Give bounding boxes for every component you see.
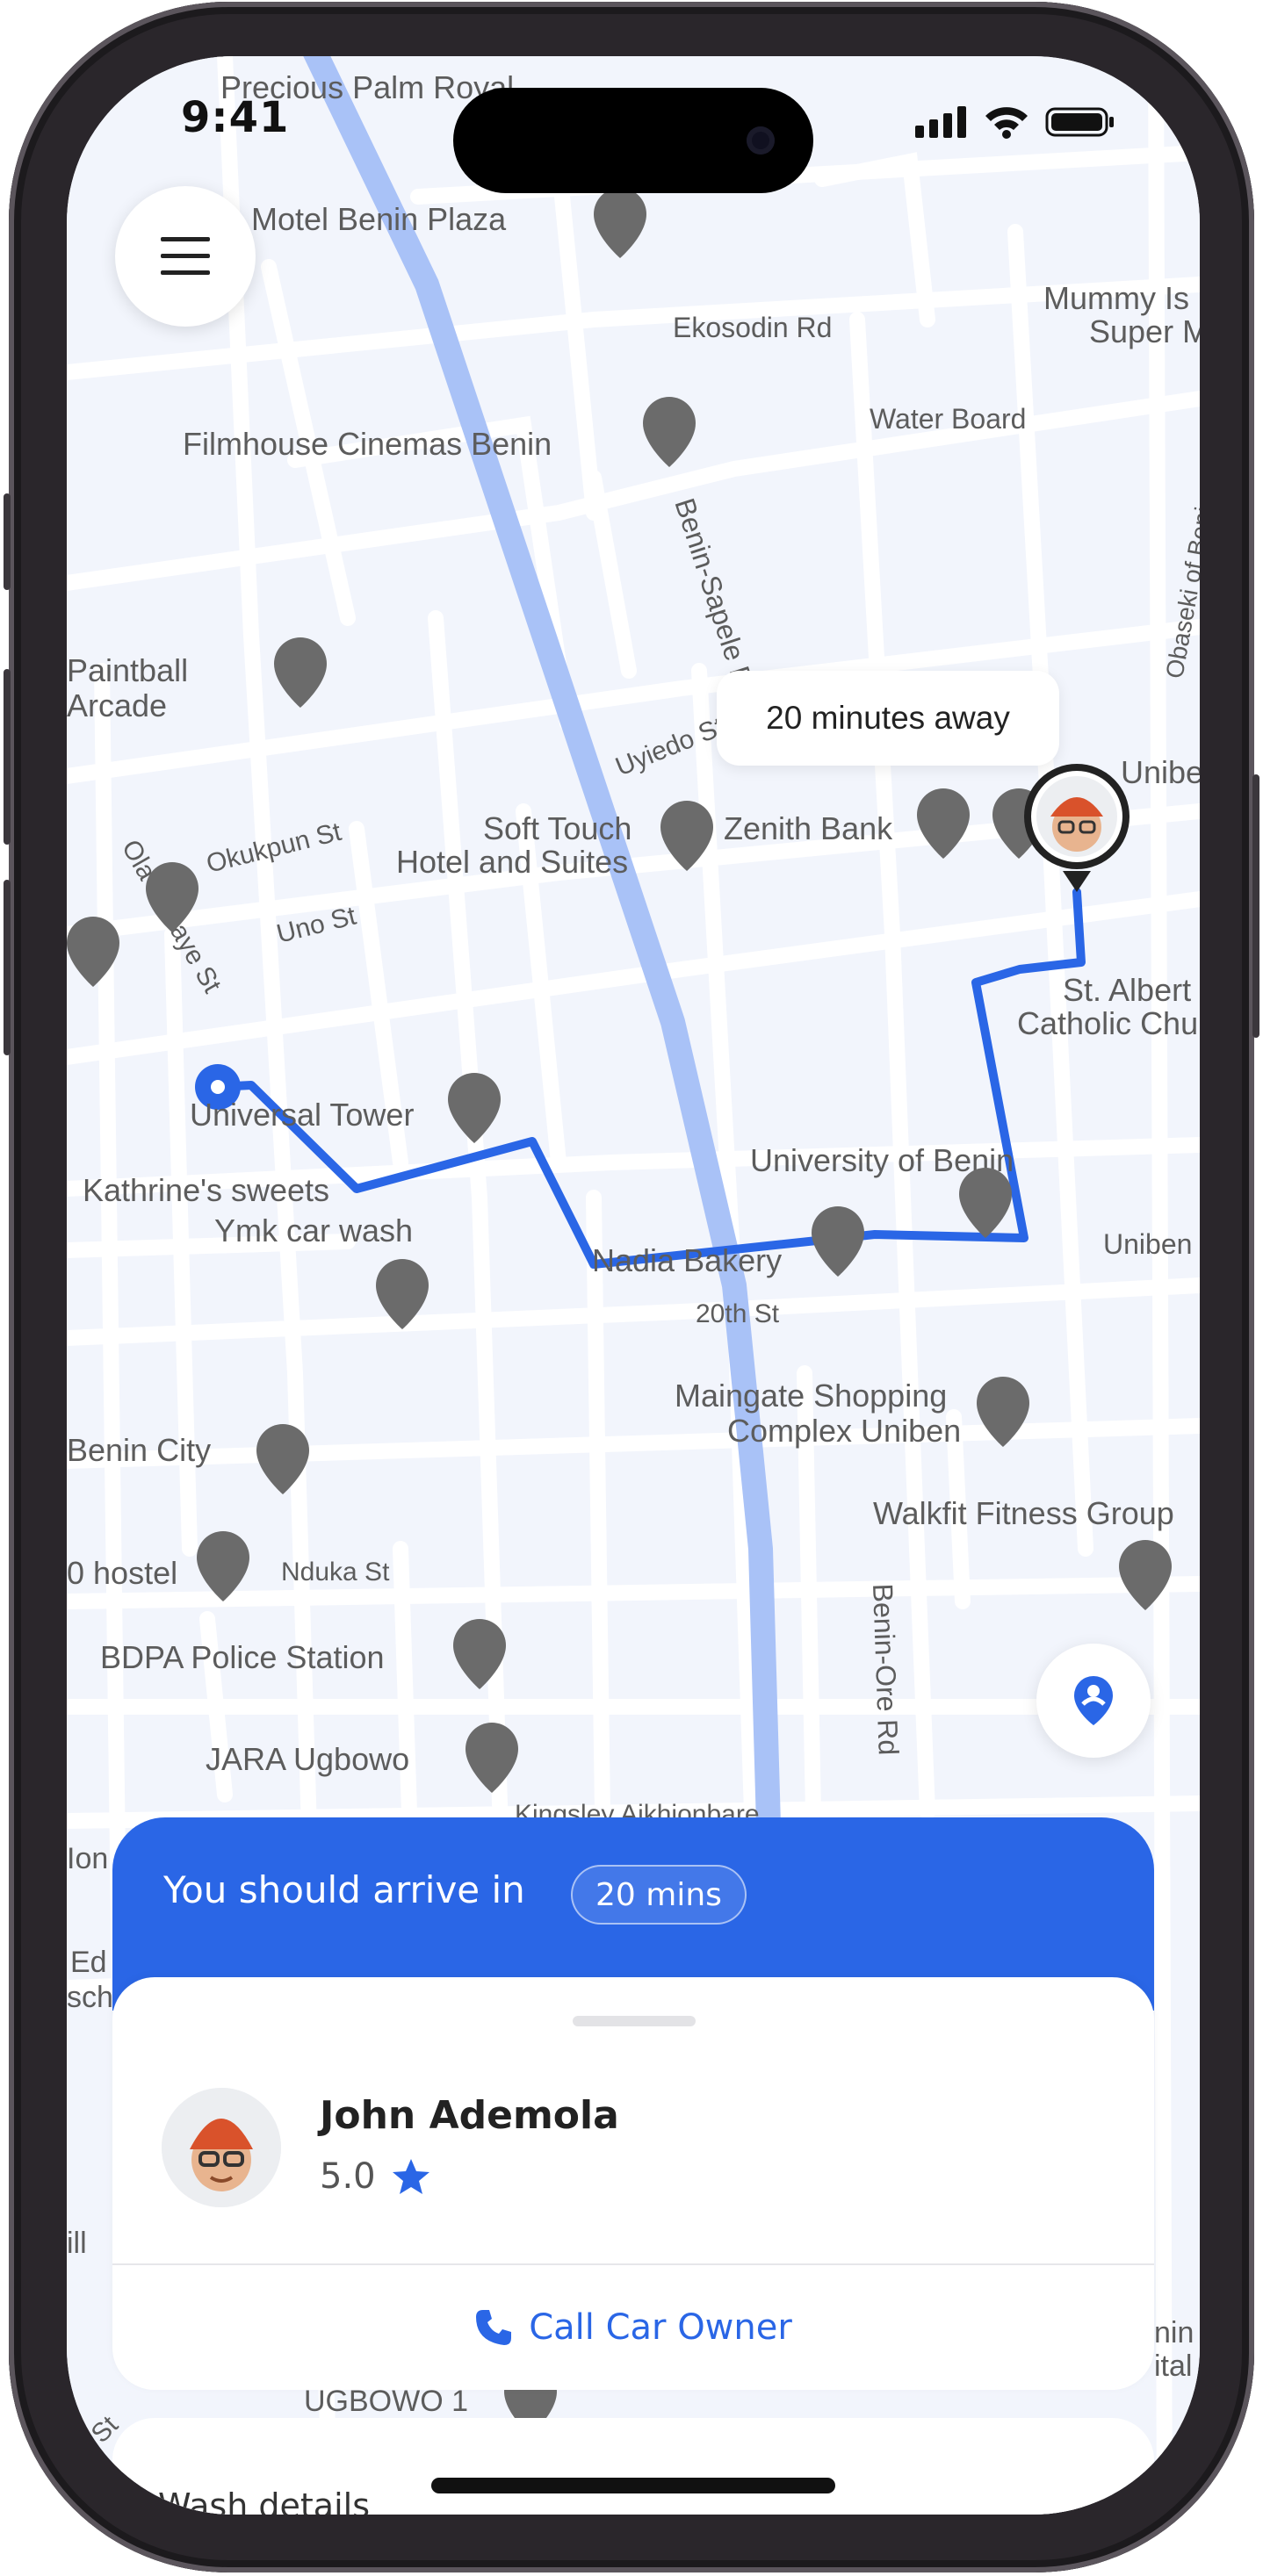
place-label: Complex Uniben	[727, 1413, 961, 1449]
wash-details-label: Wash details	[158, 2486, 370, 2515]
signal-icon	[915, 106, 966, 138]
place-label: Ed	[70, 1946, 107, 1979]
place-label: Maingate Shopping	[675, 1378, 947, 1414]
place-label: St. Albert	[1063, 972, 1191, 1008]
volume-up-button	[4, 669, 11, 845]
rating-value: 5.0	[320, 2156, 376, 2197]
driver-rating: 5.0	[320, 2156, 430, 2197]
wash-details-card[interactable]: Wash details	[112, 2418, 1154, 2515]
place-label: Soft Touch	[483, 810, 632, 846]
place-label: Mummy Is	[1043, 280, 1189, 316]
place-label: Catholic Church...	[1017, 1005, 1200, 1041]
dynamic-island	[453, 88, 813, 193]
place-label: nin	[1154, 2316, 1194, 2349]
wifi-icon	[985, 107, 1028, 139]
place-label: Benin City	[67, 1432, 211, 1468]
place-label: Uniben F	[1121, 754, 1200, 790]
phone-screen: Precious Palm Royal Motel Benin Plaza Ek…	[67, 56, 1200, 2515]
home-indicator[interactable]	[431, 2478, 835, 2493]
place-label: BDPA Police Station	[100, 1639, 385, 1675]
drag-handle[interactable]	[573, 2016, 696, 2026]
call-car-owner-label: Call Car Owner	[529, 2307, 792, 2348]
status-icons	[915, 105, 1115, 139]
road-label: Nduka St	[281, 1558, 390, 1587]
place-label: Walkfit Fitness Group	[873, 1495, 1174, 1531]
place-label: Universal Tower	[190, 1097, 414, 1133]
place-label: Super M	[1089, 313, 1200, 349]
place-label: ital	[1154, 2349, 1192, 2383]
place-label: Kathrine's sweets	[83, 1172, 329, 1208]
place-label: JARA Ugbowo	[206, 1741, 409, 1777]
place-label: Hotel and Suites	[396, 844, 628, 880]
locate-me-button[interactable]	[1036, 1644, 1151, 1758]
locate-me-icon	[1074, 1676, 1113, 1725]
volume-down-button	[4, 880, 11, 1055]
menu-button[interactable]	[115, 186, 256, 327]
place-label: Water Board	[870, 403, 1026, 435]
menu-icon	[161, 237, 210, 275]
place-label: Motel Benin Plaza	[251, 201, 507, 237]
place-label: Uniben	[1103, 1228, 1192, 1260]
call-car-owner-button[interactable]: Call Car Owner	[112, 2265, 1154, 2390]
status-time: 9:41	[181, 93, 290, 142]
place-label: ill	[67, 2227, 87, 2260]
driver-name: John Ademola	[320, 2093, 619, 2138]
star-icon	[392, 2159, 429, 2194]
driver-avatar	[162, 2088, 281, 2207]
arrival-label: You should arrive in	[163, 1868, 525, 1911]
place-label: Zenith Bank	[724, 810, 893, 846]
place-label: Ekosodin Rd	[673, 312, 832, 343]
phone-icon	[476, 2310, 512, 2345]
place-label: Filmhouse Cinemas Benin	[183, 426, 552, 462]
eta-bubble: 20 minutes away	[717, 671, 1059, 766]
place-label: Nadia Bakery	[592, 1242, 782, 1278]
place-label: Ion	[67, 1842, 108, 1875]
driver-card: John Ademola 5.0 Call Car Owner	[112, 1977, 1154, 2390]
place-label: Arcade	[67, 687, 167, 723]
mute-switch	[4, 493, 11, 590]
power-button	[1252, 774, 1259, 1038]
road-label: Benin-Ore Rd	[867, 1583, 905, 1756]
place-label: sch	[67, 1981, 113, 2014]
battery-icon	[1045, 107, 1114, 137]
status-bar: 9:41	[67, 56, 1200, 193]
road-label: 20th St	[696, 1299, 780, 1328]
arrival-eta-badge: 20 mins	[571, 1865, 747, 1925]
place-label: Ymk car wash	[214, 1212, 413, 1248]
place-label: Paintball	[67, 652, 188, 688]
camera-icon	[747, 126, 775, 155]
place-label: 0 hostel	[67, 1555, 177, 1591]
avatar-image	[162, 2088, 281, 2207]
